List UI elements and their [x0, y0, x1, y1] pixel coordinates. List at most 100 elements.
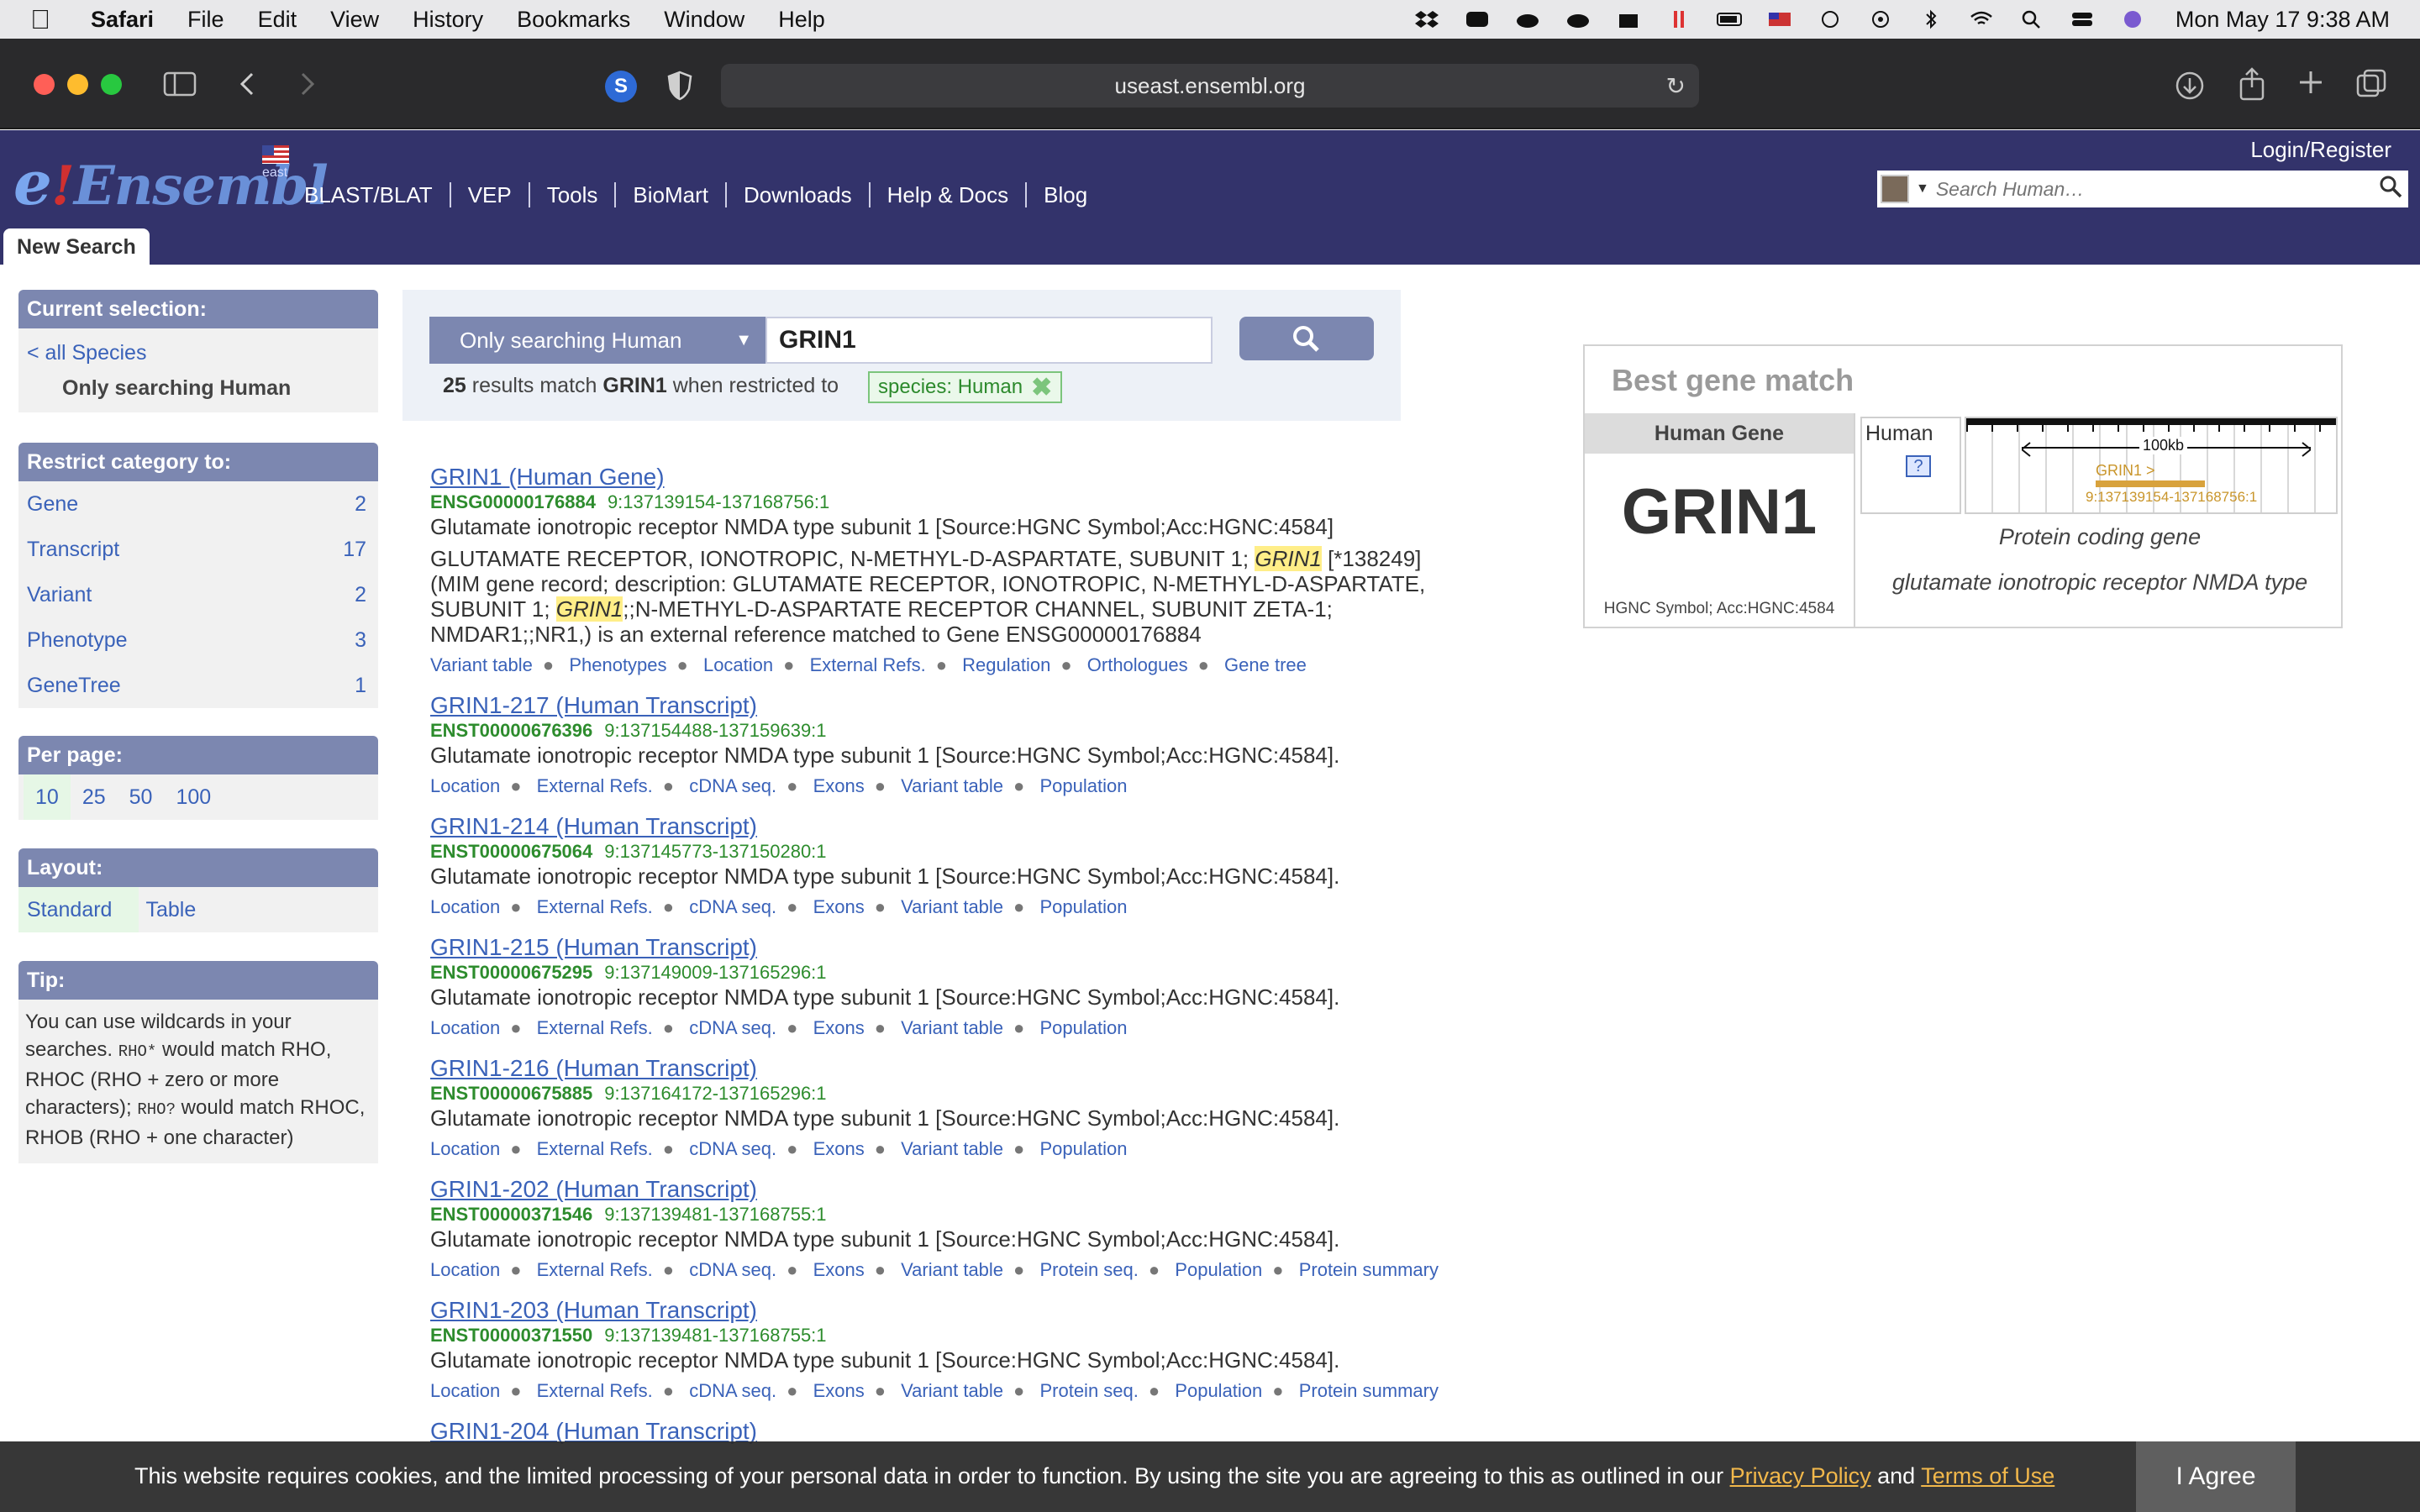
link-exons[interactable]: Exons [813, 896, 865, 917]
result-title-link[interactable]: GRIN1-202 (Human Transcript) [430, 1176, 1439, 1203]
category-gene[interactable]: Gene 2 [18, 481, 378, 527]
category-transcript[interactable]: Transcript 17 [18, 527, 378, 572]
link-population[interactable]: Population [1039, 1138, 1127, 1159]
link-location[interactable]: Location [430, 1017, 500, 1038]
link-orthologues[interactable]: Orthologues [1087, 654, 1188, 675]
close-window-button[interactable] [34, 74, 55, 95]
result-title-link[interactable]: GRIN1-215 (Human Transcript) [430, 934, 1439, 961]
tab-overview-icon[interactable] [2356, 69, 2386, 104]
category-label[interactable]: Gene [27, 481, 78, 527]
address-bar[interactable]: useast.ensembl.org ↻ [721, 64, 1699, 108]
archive-icon[interactable] [1616, 9, 1641, 29]
result-title-link[interactable]: GRIN1-217 (Human Transcript) [430, 692, 1439, 719]
nav-downloads[interactable]: Downloads [727, 182, 871, 207]
search-button[interactable] [1239, 317, 1374, 360]
link-population[interactable]: Population [1175, 1380, 1262, 1401]
link-cdna-seq[interactable]: cDNA seq. [689, 775, 776, 796]
species-image-icon[interactable] [1881, 175, 1909, 203]
downloads-icon[interactable] [2175, 71, 2205, 106]
control-center-icon[interactable] [2070, 9, 2095, 29]
gene-symbol[interactable]: GRIN1 [1585, 475, 1854, 549]
per-page-25[interactable]: 25 [82, 785, 106, 809]
link-population[interactable]: Population [1039, 896, 1127, 917]
terms-of-use-link[interactable]: Terms of Use [1921, 1463, 2054, 1488]
per-page-100[interactable]: 100 [176, 785, 211, 809]
extension-s-icon[interactable]: S [605, 71, 637, 102]
privacy-policy-link[interactable]: Privacy Policy [1730, 1463, 1871, 1488]
link-variant-table[interactable]: Variant table [901, 1017, 1003, 1038]
link-location[interactable]: Location [430, 1259, 500, 1280]
category-label[interactable]: Transcript [27, 527, 119, 572]
share-icon[interactable] [2238, 67, 2265, 106]
link-variant-table[interactable]: Variant table [901, 1380, 1003, 1401]
result-title-link[interactable]: GRIN1-214 (Human Transcript) [430, 813, 1439, 840]
link-external-refs[interactable]: External Refs. [537, 1017, 653, 1038]
link-location[interactable]: Location [430, 1380, 500, 1401]
link-cdna-seq[interactable]: cDNA seq. [689, 1259, 776, 1280]
category-variant[interactable]: Variant 2 [18, 572, 378, 617]
link-variant-table[interactable]: Variant table [901, 1259, 1003, 1280]
category-label[interactable]: GeneTree [27, 663, 121, 708]
link-external-refs[interactable]: External Refs. [810, 654, 926, 675]
link-protein-seq[interactable]: Protein seq. [1039, 1259, 1138, 1280]
menubar-clock[interactable]: Mon May 17 9:38 AM [2175, 7, 2390, 33]
search-query-input[interactable]: GRIN1 [765, 317, 1213, 364]
species-select[interactable]: Only searching Human ▼ [429, 317, 765, 364]
link-variant-table[interactable]: Variant table [901, 1138, 1003, 1159]
login-register-link[interactable]: Login/Register [2250, 137, 2391, 163]
menu-help[interactable]: Help [778, 7, 825, 33]
link-protein-seq[interactable]: Protein seq. [1039, 1380, 1138, 1401]
link-exons[interactable]: Exons [813, 775, 865, 796]
back-arrow-icon[interactable] [237, 71, 257, 102]
link-cdna-seq[interactable]: cDNA seq. [689, 1380, 776, 1401]
nav-blast[interactable]: BLAST/BLAT [304, 182, 451, 207]
cloud-icon[interactable] [1515, 9, 1540, 29]
link-population[interactable]: Population [1175, 1259, 1262, 1280]
link-external-refs[interactable]: External Refs. [537, 1380, 653, 1401]
search-icon[interactable] [2378, 174, 2403, 206]
layout-table[interactable]: Table [145, 898, 196, 921]
category-genetree[interactable]: GeneTree 1 [18, 663, 378, 708]
time-machine-icon[interactable] [1818, 9, 1843, 29]
menu-file[interactable]: File [187, 7, 224, 33]
bluetooth-icon[interactable] [1918, 9, 1944, 29]
link-gene-tree[interactable]: Gene tree [1224, 654, 1307, 675]
gene-summary[interactable]: Human Gene GRIN1 HGNC Symbol; Acc:HGNC:4… [1585, 413, 1855, 628]
menu-bookmarks[interactable]: Bookmarks [517, 7, 630, 33]
link-cdna-seq[interactable]: cDNA seq. [689, 896, 776, 917]
link-exons[interactable]: Exons [813, 1017, 865, 1038]
parallels-icon[interactable] [1666, 9, 1691, 29]
menu-window[interactable]: Window [664, 7, 744, 33]
zoom-window-button[interactable] [101, 74, 122, 95]
gene-location-track[interactable]: 100kb GRIN1 > 9:137139154-137168756:1 [1965, 417, 2338, 514]
menu-history[interactable]: History [413, 7, 483, 33]
zoom-icon[interactable] [1465, 9, 1490, 29]
per-page-50[interactable]: 50 [129, 785, 153, 809]
privacy-shield-icon[interactable] [667, 71, 692, 106]
menu-view[interactable]: View [330, 7, 379, 33]
nav-vep[interactable]: VEP [451, 182, 530, 207]
header-search-input[interactable] [1935, 177, 2373, 201]
category-label[interactable]: Phenotype [27, 617, 128, 663]
spotlight-icon[interactable] [2019, 9, 2044, 29]
result-title-link[interactable]: GRIN1 (Human Gene) [430, 464, 1439, 491]
forward-arrow-icon[interactable] [297, 71, 318, 102]
link-cdna-seq[interactable]: cDNA seq. [689, 1138, 776, 1159]
cookie-agree-button[interactable]: I Agree [2136, 1441, 2296, 1512]
flag-us-icon[interactable] [1767, 9, 1792, 29]
result-title-link[interactable]: GRIN1-216 (Human Transcript) [430, 1055, 1439, 1082]
link-population[interactable]: Population [1039, 775, 1127, 796]
apple-icon[interactable]:  [30, 4, 50, 35]
link-exons[interactable]: Exons [813, 1380, 865, 1401]
link-protein-summary[interactable]: Protein summary [1299, 1259, 1439, 1280]
nav-tools[interactable]: Tools [530, 182, 617, 207]
link-location[interactable]: Location [430, 896, 500, 917]
siri-icon[interactable] [2120, 9, 2145, 29]
help-icon[interactable]: ? [1906, 455, 1931, 477]
nav-biomart[interactable]: BioMart [616, 182, 727, 207]
gene-feature-bar[interactable] [2096, 480, 2205, 487]
nav-help-docs[interactable]: Help & Docs [871, 182, 1028, 207]
link-location[interactable]: Location [430, 1138, 500, 1159]
category-phenotype[interactable]: Phenotype 3 [18, 617, 378, 663]
cloud-icon-2[interactable] [1565, 9, 1591, 29]
